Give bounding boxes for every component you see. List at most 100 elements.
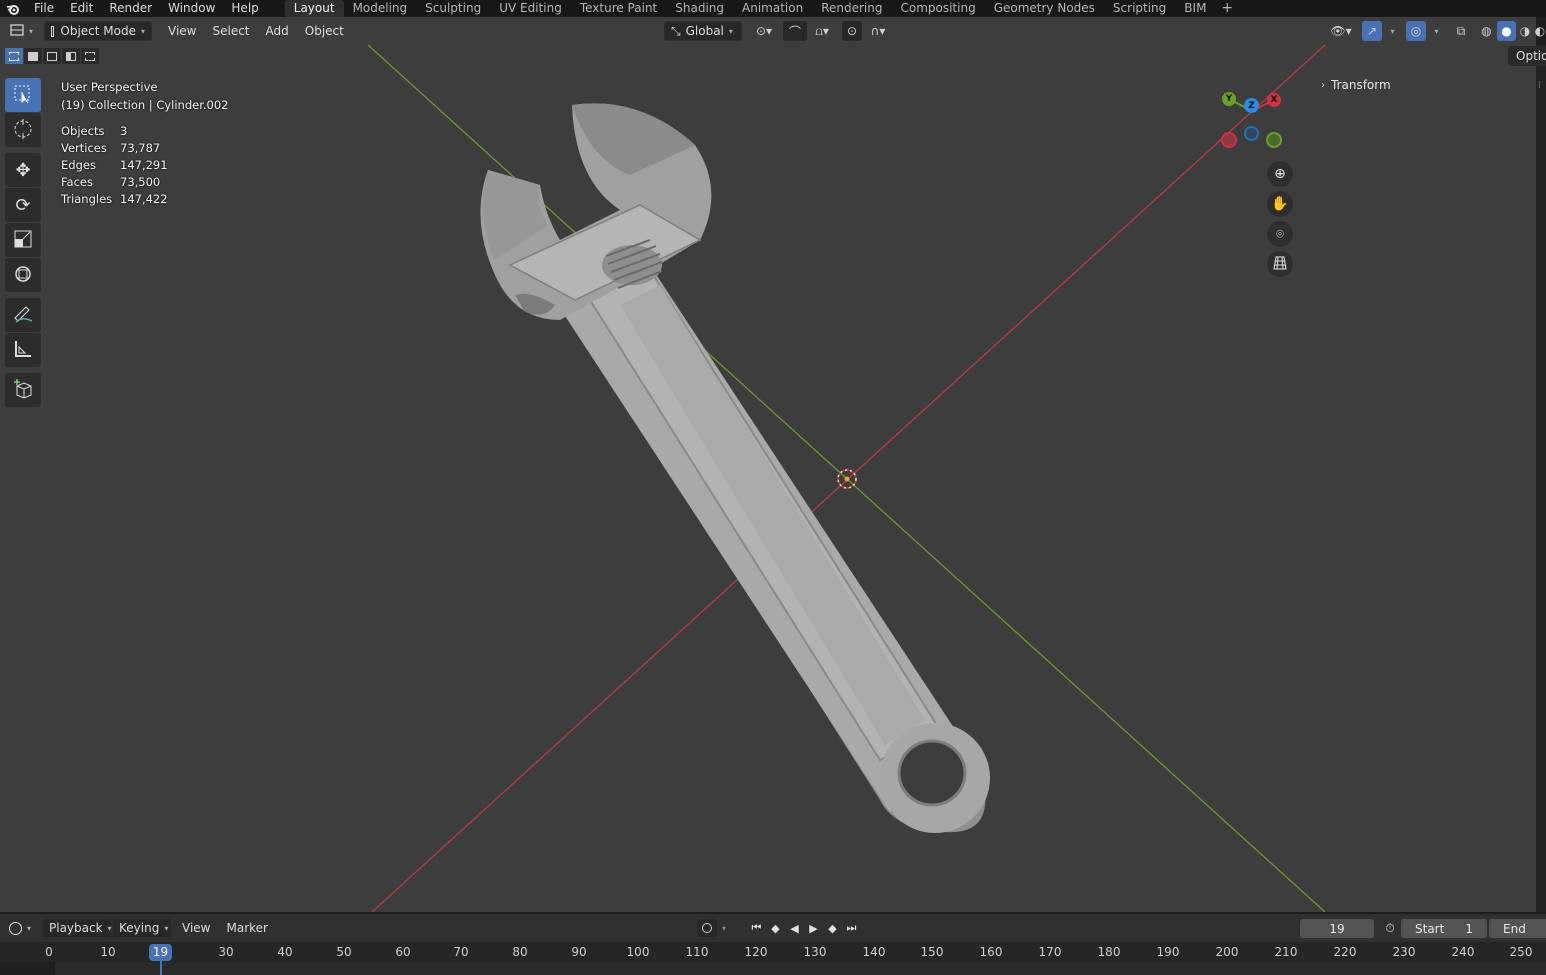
tab-modeling[interactable]: Modeling <box>344 0 417 17</box>
blender-logo-icon[interactable] <box>0 0 26 17</box>
gizmo-neg-z-axis[interactable] <box>1244 126 1259 141</box>
tool-rotate[interactable]: ⟳ <box>5 188 41 222</box>
gizmo-neg-y-axis[interactable] <box>1266 132 1282 148</box>
tool-measure[interactable] <box>5 333 41 367</box>
tab-texture-paint[interactable]: Texture Paint <box>571 0 666 17</box>
snap-toggle[interactable]: ⌒ <box>783 21 807 41</box>
menu-render[interactable]: Render <box>101 0 160 17</box>
3d-viewport[interactable] <box>0 17 1536 912</box>
timeline-area[interactable]: 0 10 30 40 50 60 70 80 90 100 110 120 13… <box>0 942 1546 975</box>
pan-button[interactable]: ✋ <box>1267 191 1293 217</box>
falloff-curve-icon: ∩▾ <box>870 24 886 38</box>
editor-type-button[interactable]: ▾ <box>4 21 38 41</box>
projection-toggle-button[interactable] <box>1267 251 1293 277</box>
end-frame-field[interactable]: End <box>1489 919 1546 938</box>
tab-geometry-nodes[interactable]: Geometry Nodes <box>985 0 1104 17</box>
viewport-header: ▾ Object Mode ▾ View Select Add Object ⤡… <box>0 17 1546 45</box>
select-new-button[interactable] <box>5 48 23 64</box>
jump-to-start-button[interactable]: ⏮ <box>747 919 766 937</box>
visibility-button[interactable]: 👁▾ <box>1324 21 1358 41</box>
frame-ruler[interactable]: 0 10 30 40 50 60 70 80 90 100 110 120 13… <box>0 942 1546 962</box>
overlays-toggle[interactable]: ◎ <box>1406 21 1426 41</box>
select-subtract-button[interactable] <box>43 48 61 64</box>
prev-keyframe-button[interactable]: ◆ <box>766 919 785 937</box>
gizmo-neg-x-axis[interactable] <box>1221 132 1237 148</box>
zoom-button[interactable]: ⊕ <box>1267 161 1293 187</box>
snap-target-button[interactable]: ⩍▾ <box>808 21 836 41</box>
tab-animation[interactable]: Animation <box>733 0 812 17</box>
tool-add-cube[interactable] <box>5 373 41 407</box>
shading-wireframe-button[interactable]: ◍ <box>1477 21 1496 41</box>
menu-view[interactable]: View <box>162 21 202 41</box>
orientation-label: Global <box>685 24 724 38</box>
tool-move[interactable]: ✥ <box>5 153 41 187</box>
start-frame-field[interactable]: Start 1 <box>1401 919 1487 938</box>
tab-uv-editing[interactable]: UV Editing <box>490 0 571 17</box>
current-frame-field[interactable]: 19 <box>1300 919 1374 938</box>
jump-to-end-button[interactable]: ⏭ <box>842 919 861 937</box>
collection-info: (19) Collection | Cylinder.002 <box>61 98 229 112</box>
marker-menu[interactable]: Marker <box>220 918 273 938</box>
preview-range-toggle[interactable]: ⏱ <box>1381 920 1399 937</box>
gizmo-x-axis[interactable]: X <box>1267 93 1281 107</box>
pivot-point-button[interactable]: ⊙▾ <box>750 21 778 41</box>
menu-help[interactable]: Help <box>223 0 266 17</box>
shading-material-button[interactable]: ◑ <box>1517 21 1533 41</box>
select-extend-button[interactable] <box>24 48 42 64</box>
transform-orientation-dropdown[interactable]: ⤡ Global ▾ <box>664 21 742 41</box>
tab-shading[interactable]: Shading <box>666 0 733 17</box>
tick-label: 240 <box>1451 945 1475 959</box>
tool-cursor[interactable] <box>5 113 41 147</box>
auto-keying-toggle[interactable] <box>697 919 717 937</box>
tool-scale[interactable] <box>5 223 41 257</box>
tool-transform[interactable] <box>5 258 41 292</box>
falloff-button[interactable]: ∩▾ <box>864 21 892 41</box>
xray-icon: ⧉ <box>1456 23 1466 38</box>
transform-panel-title: Transform <box>1331 78 1391 92</box>
tab-rendering[interactable]: Rendering <box>812 0 891 17</box>
menu-window[interactable]: Window <box>160 0 223 17</box>
gizmo-toggle[interactable]: ↗ <box>1362 21 1382 41</box>
keying-options-dropdown[interactable]: ▾ <box>717 919 731 937</box>
tool-select-box[interactable] <box>5 78 41 112</box>
overlays-dropdown[interactable]: ▾ <box>1427 21 1441 41</box>
tab-sculpting[interactable]: Sculpting <box>416 0 490 17</box>
proportional-edit-toggle[interactable]: ⊙ <box>842 21 862 41</box>
playhead-frame-indicator[interactable]: 19 <box>149 944 172 961</box>
timeline-view-menu[interactable]: View <box>176 918 216 938</box>
menu-file[interactable]: File <box>26 0 62 17</box>
play-reverse-button[interactable]: ◀ <box>785 919 804 937</box>
menu-edit[interactable]: Edit <box>62 0 101 17</box>
gizmo-dropdown[interactable]: ▾ <box>1383 21 1397 41</box>
xray-toggle[interactable]: ⧉ <box>1451 21 1471 41</box>
playback-menu[interactable]: Playback ▾ <box>42 918 112 938</box>
next-keyframe-button[interactable]: ◆ <box>823 919 842 937</box>
menu-object[interactable]: Object <box>299 21 350 41</box>
tab-bim[interactable]: BIM <box>1175 0 1215 17</box>
select-invert-button[interactable] <box>62 48 80 64</box>
menu-select[interactable]: Select <box>206 21 255 41</box>
tab-layout[interactable]: Layout <box>284 0 344 17</box>
timeline-editor-type-button[interactable]: ▾ <box>3 918 37 938</box>
sidebar-transform-panel[interactable]: › Transform ⁞ <box>1313 74 1543 96</box>
tick-label: 90 <box>571 945 587 959</box>
mode-dropdown[interactable]: Object Mode ▾ <box>44 21 152 41</box>
keying-label: Keying <box>119 921 160 935</box>
tab-compositing[interactable]: Compositing <box>891 0 984 17</box>
tool-annotate[interactable] <box>5 298 41 332</box>
playhead-line[interactable] <box>160 961 162 975</box>
shading-rendered-button[interactable]: ◐ <box>1534 21 1546 41</box>
gizmo-y-axis[interactable]: Y <box>1222 92 1236 106</box>
shading-solid-button[interactable]: ● <box>1497 21 1516 41</box>
tab-scripting[interactable]: Scripting <box>1104 0 1175 17</box>
drag-handle-icon[interactable]: ⁞ <box>1538 80 1541 91</box>
play-button[interactable]: ▶ <box>804 919 823 937</box>
options-tab[interactable]: Options <box>1508 46 1546 66</box>
menu-add[interactable]: Add <box>260 21 295 41</box>
camera-icon: ⌾ <box>1276 226 1284 242</box>
gizmo-z-axis[interactable]: Z <box>1244 98 1259 113</box>
keying-menu[interactable]: Keying ▾ <box>112 918 172 938</box>
camera-view-button[interactable]: ⌾ <box>1267 221 1293 247</box>
select-intersect-button[interactable] <box>81 48 99 64</box>
add-workspace-button[interactable]: + <box>1215 0 1239 17</box>
